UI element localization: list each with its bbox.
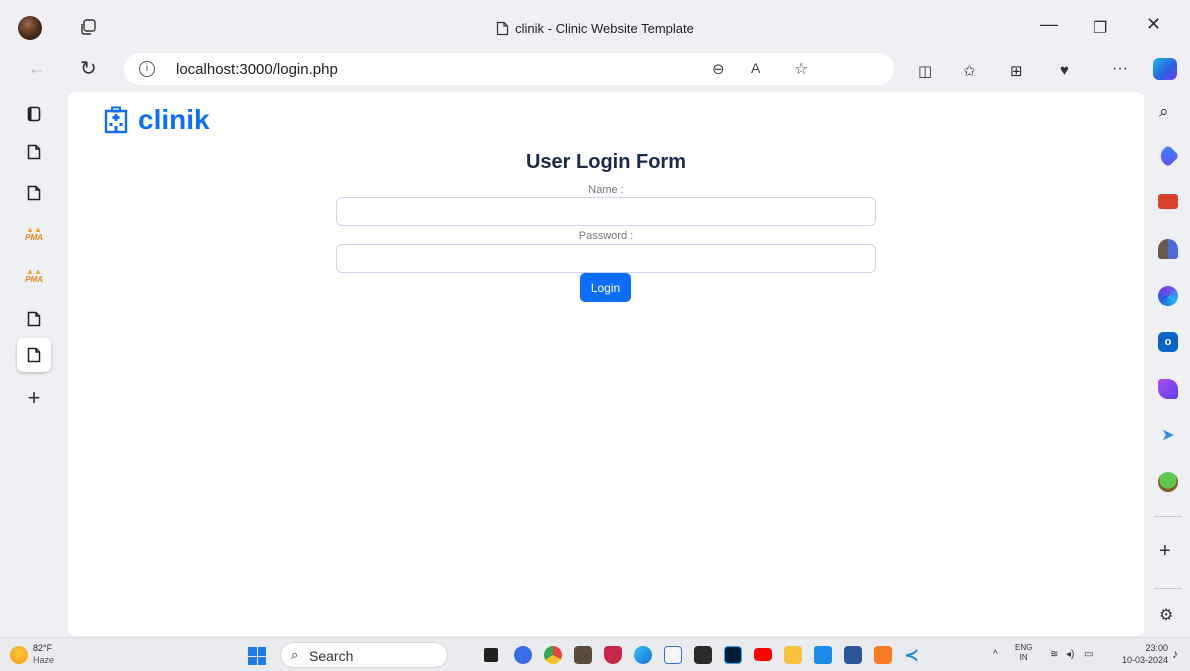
- notepad-icon[interactable]: [664, 646, 682, 664]
- hospital-building-icon: [104, 106, 128, 134]
- vertical-tabs: ▲▲ PMA ▲▲ PMA +: [0, 92, 68, 637]
- password-label: Password :: [578, 230, 634, 242]
- language-code: ENG: [1015, 643, 1033, 652]
- more-options-icon[interactable]: ···: [1112, 60, 1128, 78]
- split-screen-icon[interactable]: ◫: [918, 62, 932, 80]
- site-info-icon[interactable]: i: [139, 61, 155, 77]
- vertical-tab-1[interactable]: [22, 140, 46, 164]
- weather-temperature[interactable]: 82°F: [33, 643, 52, 653]
- minimize-button[interactable]: —: [1040, 14, 1058, 35]
- browser-essentials-icon[interactable]: ♥: [1060, 62, 1069, 79]
- form-title: User Login Form: [525, 151, 686, 173]
- notifications-icon[interactable]: ♪: [1172, 647, 1178, 661]
- address-bar[interactable]: i localhost:3000/login.php ⊖ A ☆: [124, 53, 894, 85]
- name-label: Name :: [588, 184, 624, 196]
- sidebar-divider: [1154, 588, 1182, 589]
- task-view-icon[interactable]: [484, 648, 498, 662]
- terminal-icon[interactable]: [694, 646, 712, 664]
- restore-button[interactable]: ❐: [1093, 18, 1107, 38]
- phpmyadmin-icon: ▲▲ PMA: [25, 267, 43, 284]
- photos-icon[interactable]: [814, 646, 832, 664]
- search-icon: ⌕: [291, 647, 299, 662]
- taskbar-search-label: Search: [309, 648, 354, 664]
- tab-actions-menu-icon[interactable]: [22, 102, 46, 126]
- navigation-bar: ← ↻ i localhost:3000/login.php ⊖ A ☆ ◫ ✩…: [0, 48, 1190, 92]
- site-logo[interactable]: clinik: [104, 104, 210, 136]
- vertical-tab-3[interactable]: ▲▲ PMA: [22, 222, 46, 246]
- password-input[interactable]: [336, 244, 876, 273]
- vertical-tab-4[interactable]: ▲▲ PMA: [22, 264, 46, 288]
- page-icon: [27, 144, 41, 160]
- reload-button[interactable]: ↻: [80, 56, 97, 81]
- sidebar-settings-icon[interactable]: ⚙: [1159, 605, 1179, 625]
- designer-icon[interactable]: [1158, 379, 1178, 399]
- read-aloud-icon[interactable]: A: [751, 60, 760, 76]
- photoshop-icon[interactable]: [724, 646, 742, 664]
- wifi-icon[interactable]: ≋: [1050, 649, 1058, 660]
- drop-send-icon[interactable]: ➤: [1158, 426, 1178, 446]
- edge-sidebar: ⌕ o ➤ + ⚙: [1146, 92, 1190, 637]
- tools-briefcase-icon[interactable]: [1158, 194, 1178, 209]
- app-icon[interactable]: [574, 646, 592, 664]
- youtube-icon[interactable]: [754, 648, 772, 661]
- page-icon: [497, 21, 509, 36]
- tree-icon[interactable]: [1158, 472, 1178, 492]
- page-icon: [27, 311, 41, 327]
- shopping-tag-icon[interactable]: [1156, 144, 1180, 168]
- title-bar: clinik - Clinic Website Template — ❐ ✕: [0, 0, 1190, 48]
- file-explorer-icon[interactable]: [784, 646, 802, 664]
- favorite-star-icon[interactable]: ☆: [794, 59, 808, 79]
- back-button[interactable]: ←: [28, 58, 46, 79]
- add-sidebar-app-button[interactable]: +: [1159, 540, 1179, 562]
- chrome-icon[interactable]: [544, 646, 562, 664]
- outlook-icon[interactable]: o: [1158, 332, 1178, 352]
- collections-icon[interactable]: ⊞: [1010, 62, 1023, 80]
- favorites-icon[interactable]: ✩: [963, 62, 976, 80]
- games-icon[interactable]: [1158, 239, 1178, 259]
- weather-sun-icon[interactable]: [10, 646, 28, 664]
- new-tab-button[interactable]: +: [22, 385, 46, 410]
- start-windows-icon[interactable]: [248, 647, 266, 665]
- vscode-icon[interactable]: ≺: [904, 646, 922, 664]
- windows-taskbar: 82°F Haze ⌕ Search ≺ ^ ENG IN ≋ ◂) ▭ 23:…: [0, 637, 1190, 671]
- window-title: clinik - Clinic Website Template: [0, 21, 1190, 36]
- sidebar-divider: [1154, 516, 1182, 517]
- clock-time: 23:00: [1145, 643, 1168, 653]
- search-icon[interactable]: ⌕: [1159, 102, 1179, 122]
- page-icon: [27, 347, 41, 363]
- vertical-tab-5[interactable]: [22, 307, 46, 331]
- taskbar-search[interactable]: ⌕ Search: [280, 642, 448, 668]
- close-button[interactable]: ✕: [1146, 14, 1161, 35]
- login-button[interactable]: Login: [580, 273, 631, 302]
- volume-icon[interactable]: ◂): [1066, 649, 1074, 660]
- system-clock[interactable]: 23:00 10-03-2024: [1108, 642, 1168, 666]
- plus-icon: +: [27, 385, 41, 410]
- show-hidden-icons-chevron-icon[interactable]: ^: [993, 649, 998, 660]
- language-indicator[interactable]: ENG IN: [1015, 643, 1032, 663]
- window-title-text: clinik - Clinic Website Template: [515, 21, 694, 36]
- vertical-tab-6-active[interactable]: [17, 338, 51, 372]
- mcafee-icon[interactable]: [604, 646, 622, 664]
- brand-name: clinik: [138, 104, 210, 135]
- copilot-icon[interactable]: [1153, 58, 1177, 80]
- weather-condition[interactable]: Haze: [33, 655, 54, 665]
- microsoft-365-icon[interactable]: [1158, 286, 1178, 306]
- zoom-out-icon[interactable]: ⊖: [712, 60, 725, 78]
- language-region: IN: [1019, 653, 1028, 662]
- battery-icon[interactable]: ▭: [1084, 649, 1093, 660]
- clock-date: 10-03-2024: [1121, 655, 1168, 665]
- chat-icon[interactable]: [514, 646, 532, 664]
- edge-icon[interactable]: [634, 646, 652, 664]
- page-icon: [27, 185, 41, 201]
- page-viewport: clinik User Login Form Name : Password :…: [68, 92, 1144, 636]
- xampp-icon[interactable]: [874, 646, 892, 664]
- word-icon[interactable]: [844, 646, 862, 664]
- phpmyadmin-icon: ▲▲ PMA: [25, 225, 43, 242]
- name-input[interactable]: [336, 197, 876, 226]
- vertical-tab-2[interactable]: [22, 181, 46, 205]
- url-text[interactable]: localhost:3000/login.php: [176, 61, 338, 78]
